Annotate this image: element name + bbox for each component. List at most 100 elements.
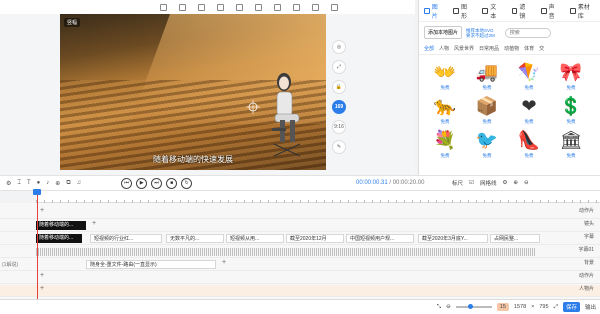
subtitle-clip[interactable]: 截至2020年12月 — [286, 234, 344, 243]
add-local-image-button[interactable]: 添加本地图片 — [424, 26, 463, 39]
next-button[interactable]: ⏭ — [151, 177, 163, 189]
prev-button[interactable]: ⏮ — [121, 177, 133, 189]
flip-icon[interactable] — [255, 3, 262, 11]
lock-icon[interactable]: 🔒 — [332, 80, 346, 94]
category-sports[interactable]: 体育 — [524, 45, 534, 52]
asset-item-hands[interactable]: 👐 免费 — [427, 61, 463, 91]
category-daily[interactable]: 日常用品 — [479, 45, 499, 52]
redo-icon[interactable] — [312, 3, 319, 11]
camera-icon[interactable]: ◎ — [332, 40, 346, 54]
copy-icon[interactable] — [179, 3, 186, 11]
asset-item-bouquet[interactable]: 💐 免费 — [427, 129, 463, 159]
layer-icon[interactable] — [236, 3, 243, 11]
asset-item-bird[interactable]: 🐦 免费 — [469, 129, 505, 159]
tab-library[interactable]: 素材库 — [565, 2, 600, 20]
add-icon[interactable]: + — [40, 207, 44, 214]
text-add-icon[interactable]: T — [27, 180, 31, 186]
asset-item-banner[interactable]: 🎀 免费 — [553, 61, 589, 91]
category-scenery[interactable]: 风景世界 — [454, 45, 474, 52]
loop-button[interactable]: ↻ — [181, 177, 193, 189]
character-figure[interactable] — [266, 70, 306, 160]
subtitle-clip[interactable]: 占网民整... — [490, 234, 540, 243]
zoom-out-icon[interactable]: ⊖ — [524, 180, 529, 186]
canvas-height[interactable]: 795 — [539, 304, 548, 310]
playhead-handle[interactable] — [33, 189, 41, 195]
settings-icon[interactable]: ⚙ — [6, 180, 11, 187]
track-side-label[interactable]: 字幕01 — [578, 246, 594, 253]
track-side-label[interactable]: 镜头 — [584, 220, 594, 227]
zoom-slider[interactable] — [455, 304, 492, 309]
undo-icon[interactable] — [293, 3, 300, 11]
asset-item-high-heel[interactable]: 👠 免费 — [511, 129, 547, 159]
canvas-width[interactable]: 1578 — [514, 304, 526, 310]
transition-icon[interactable]: ⧉ — [66, 180, 70, 187]
tab-filter[interactable]: 滤镜 — [507, 2, 536, 20]
more-icon[interactable] — [331, 3, 338, 11]
asset-item-box[interactable]: 📦 免费 — [469, 95, 505, 125]
add-icon[interactable]: + — [40, 272, 44, 279]
export-button[interactable]: 输出 — [585, 303, 596, 311]
search-input[interactable] — [504, 27, 551, 38]
fit-icon[interactable]: ⤡ — [437, 304, 441, 311]
ratio-9-16-button[interactable]: 9:16 — [332, 120, 346, 134]
split-icon[interactable]: ⌶ — [17, 180, 21, 187]
play-button[interactable]: ▶ — [136, 177, 148, 189]
edit-icon[interactable]: ✎ — [332, 140, 346, 154]
category-animals[interactable]: 动植物 — [504, 45, 519, 52]
fullscreen-icon[interactable]: ⤢ — [554, 304, 558, 311]
category-all[interactable]: 全部 — [424, 45, 434, 52]
zoom-percent[interactable]: 15 — [496, 303, 509, 311]
record-icon[interactable]: ● — [37, 180, 41, 186]
grid-toggle[interactable]: 网格线 — [480, 179, 497, 187]
subtitle-clip[interactable]: 中国短视频用户规... — [346, 234, 414, 243]
asset-item-leopard[interactable]: 🐆 免费 — [427, 95, 463, 125]
subtitle-clip[interactable]: 短视频从用... — [226, 234, 284, 243]
track-side-label[interactable]: 字幕 — [584, 233, 594, 240]
camera-clip[interactable]: 随着移动端的... — [36, 221, 86, 230]
asset-item-kite[interactable]: 🪁 免费 — [511, 61, 547, 91]
align-icon[interactable] — [217, 3, 224, 11]
mic-icon[interactable]: ♪ — [46, 180, 49, 186]
track-side-label[interactable]: 背景 — [584, 259, 594, 266]
ruler-toggle[interactable]: 标尺 — [452, 179, 463, 187]
save-button[interactable]: 保存 — [562, 302, 580, 312]
tab-sound[interactable]: 声音 — [536, 2, 565, 20]
zoom-icon[interactable]: ⊕ — [55, 180, 60, 187]
add-icon[interactable]: + — [222, 259, 226, 266]
ratio-16-9-button[interactable]: 169 — [332, 100, 346, 114]
subtitle-clip[interactable]: 无数平凡的... — [166, 234, 224, 243]
subtitle-dark-clip[interactable]: 随着移动端的... — [36, 234, 82, 243]
tab-shape[interactable]: 图形 — [448, 2, 477, 20]
asset-item-heart[interactable]: ❤ 免费 — [511, 95, 547, 125]
lock-icon[interactable] — [160, 3, 167, 11]
audio-note-clip[interactable]: 随身全-重文件-路由(一直显示) — [86, 260, 216, 269]
category-transport[interactable]: 交 — [539, 45, 544, 52]
asset-item-truck[interactable]: 🚚 免费 — [469, 61, 505, 91]
add-icon[interactable]: + — [40, 285, 44, 292]
timeline-ruler[interactable] — [36, 191, 600, 203]
category-people[interactable]: 人物 — [439, 45, 449, 52]
asset-item-dollar-coin[interactable]: 💲 免费 — [553, 95, 589, 125]
delete-icon[interactable] — [198, 3, 205, 11]
preview-stage[interactable]: 竖幅 随着移动端的快速发展 — [60, 14, 326, 170]
asset-item-building[interactable]: 🏛 免费 — [553, 129, 589, 159]
track-side-label[interactable]: 动作片 — [579, 272, 594, 279]
zoom-in-icon[interactable]: ⊕ — [513, 180, 518, 186]
stop-button[interactable]: ■ — [166, 177, 178, 189]
add-icon[interactable]: + — [92, 220, 96, 227]
crop-icon[interactable] — [274, 3, 281, 11]
svg-hint[interactable]: 推荐本地SVG 要求不超过2M — [466, 28, 495, 38]
track-side-label[interactable]: 动作片 — [579, 207, 594, 214]
subtitle-clip[interactable]: 截至2020年3月底Y... — [418, 234, 488, 243]
playhead-line[interactable] — [37, 191, 38, 299]
tab-image[interactable]: 图片 — [419, 2, 448, 20]
track-side-label[interactable]: 人物片 — [579, 285, 594, 292]
music-icon[interactable]: ♫ — [77, 180, 82, 186]
audio-waveform[interactable] — [36, 248, 536, 256]
subtitle-clip[interactable]: 短视频的行业红... — [90, 234, 162, 243]
fullscreen-icon[interactable]: ⤢ — [332, 60, 346, 74]
tab-text[interactable]: 文本 — [477, 2, 506, 20]
checkbox-icon[interactable]: ☑ — [469, 180, 474, 186]
zoom-out-icon[interactable]: ⊖ — [446, 304, 451, 310]
settings-icon[interactable]: ⚙ — [502, 180, 507, 186]
